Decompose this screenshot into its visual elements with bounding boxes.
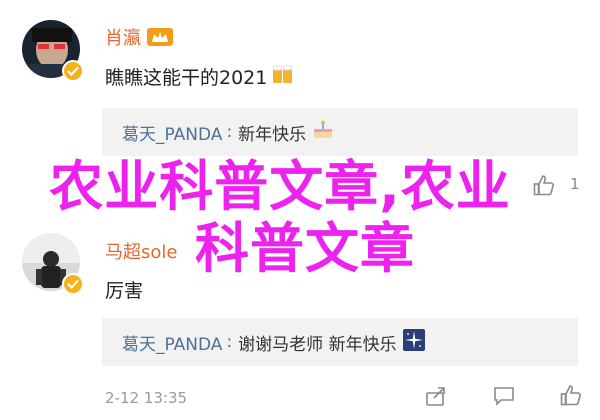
share-icon[interactable] bbox=[425, 385, 447, 411]
avatar[interactable] bbox=[22, 20, 84, 82]
reply-text-wrap: 新年快乐 bbox=[238, 120, 334, 145]
reply-author[interactable]: 葛天_PANDA bbox=[122, 330, 222, 355]
watermark-line-2: 科普文章 bbox=[195, 217, 415, 280]
beer-icon bbox=[271, 63, 295, 90]
vip-icon bbox=[147, 28, 173, 46]
username-text[interactable]: 肖瀛 bbox=[105, 24, 141, 50]
comment-text: 厉害 bbox=[105, 280, 144, 302]
like-icon[interactable] bbox=[560, 384, 582, 410]
sparkle-icon bbox=[402, 328, 425, 356]
reply-box[interactable]: 葛天_PANDA : 谢谢马老师 新年快乐 bbox=[102, 318, 578, 366]
comment-text: 瞧瞧这能干的2021 bbox=[105, 67, 268, 89]
reply-separator: : bbox=[226, 122, 233, 142]
comments-page: 肖瀛 瞧瞧这能干的2021 葛天_PANDA : 新年快乐 1 马超sole 厉… bbox=[0, 0, 600, 420]
reply-text-wrap: 谢谢马老师 新年快乐 bbox=[238, 328, 425, 356]
reply-separator: : bbox=[226, 332, 233, 352]
reply-author[interactable]: 葛天_PANDA bbox=[122, 120, 222, 145]
comment-body: 瞧瞧这能干的2021 bbox=[105, 63, 295, 90]
comment-timestamp: 2-12 13:35 bbox=[105, 389, 188, 407]
comment-username[interactable]: 肖瀛 bbox=[105, 24, 173, 50]
verified-icon bbox=[62, 60, 84, 82]
comment-meta: 2-12 13:35 bbox=[105, 389, 187, 407]
comment-body: 厉害 bbox=[105, 276, 143, 303]
cake-icon bbox=[312, 120, 334, 145]
reply-text: 新年快乐 bbox=[238, 124, 307, 145]
reply-box[interactable]: 葛天_PANDA : 新年快乐 bbox=[102, 108, 578, 156]
comment-icon[interactable] bbox=[493, 386, 515, 410]
watermark-line-1: 农业科普文章,农业 bbox=[49, 155, 511, 218]
reply-text: 谢谢马老师 新年快乐 bbox=[238, 334, 397, 355]
